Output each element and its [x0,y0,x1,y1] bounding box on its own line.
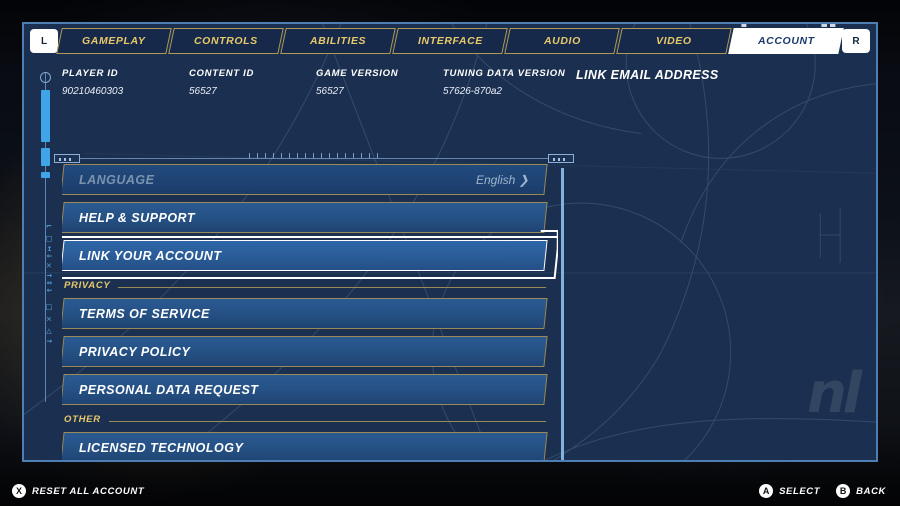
section-header: PRIVACY [62,278,546,293]
detail-pane-title: LINK EMAIL ADDRESS [576,68,719,82]
frame-top-dots [249,153,379,158]
section-rule [62,421,546,422]
frame-top-line [68,158,560,159]
tab-gameplay[interactable]: GAMEPLAY [56,28,172,54]
list-item[interactable]: PRIVACY POLICY [62,336,548,367]
settings-panel: L GAMEPLAY CONTROLS ABILITIES INTERFACE AUDI… [22,22,878,462]
frame-corner-top-left [54,154,80,163]
hint-label: RESET ALL ACCOUNT [32,485,145,497]
strip-circle-icon [40,72,51,83]
tab-bar: L GAMEPLAY CONTROLS ABILITIES INTERFACE AUDI… [24,24,876,58]
button-glyph-b-icon: B [836,484,851,498]
list-item-label: TERMS OF SERVICE [79,306,210,321]
tab-abilities[interactable]: ABILITIES [280,28,396,54]
info-label: PLAYER ID [62,68,119,79]
info-cell: CONTENT ID 56527 [189,68,316,118]
list-scrollbar[interactable] [561,168,564,460]
strip-bar-segment [41,148,50,166]
info-value: 56527 [316,86,344,97]
section-header: OTHER [62,412,546,427]
hint-label: BACK [856,485,886,497]
info-value: 90210460303 [62,86,124,97]
left-shoulder-button[interactable]: L [30,29,58,53]
info-label: GAME VERSION [316,68,399,79]
info-cell: PLAYER ID 90210460303 [62,68,189,118]
list-item[interactable]: LICENSED TECHNOLOGY [62,432,548,460]
list-item: LANGUAGE English ❯ [62,164,548,195]
hint-label: SELECT [779,485,821,497]
tab-label: AUDIO [543,35,581,47]
right-shoulder-button[interactable]: R [842,29,870,53]
tab-video[interactable]: VIDEO [616,28,732,54]
detail-pane: LINK EMAIL ADDRESS [576,68,876,82]
section-header-label: OTHER [62,414,109,425]
bottom-hints-left: X RESET ALL ACCOUNT [12,484,144,498]
list-item-label: LINK YOUR ACCOUNT [79,248,222,263]
button-glyph-a-icon: A [759,484,774,498]
section-header-label: PRIVACY [62,280,119,291]
info-label: TUNING DATA VERSION [443,68,566,79]
info-label: CONTENT ID [189,68,255,79]
info-cell: GAME VERSION 56527 [316,68,443,118]
tab-label: ACCOUNT [757,35,815,47]
frame-corner-top-right [548,154,574,163]
strip-glyphs: ⌐□↤↓✕↑↕↓ □✕△↑ [44,222,54,346]
bottom-hint-bar: X RESET ALL ACCOUNT A SELECT B BACK [0,476,900,506]
tab-label: CONTROLS [194,35,258,47]
settings-list-frame: LANGUAGE English ❯ HELP & SUPPORT LINK YOUR… [54,150,574,460]
hint-select[interactable]: A SELECT [759,484,820,498]
section-rule [62,287,546,288]
tab-label: INTERFACE [417,35,483,47]
tab-controls[interactable]: CONTROLS [168,28,284,54]
tab-label: VIDEO [656,35,692,47]
list-item[interactable]: PERSONAL DATA REQUEST [62,374,548,405]
tab-account[interactable]: ACCOUNT [728,28,844,54]
account-info-row: PLAYER ID 90210460303 CONTENT ID 56527 GAME … [62,68,602,118]
list-item-label: LANGUAGE [79,172,155,187]
list-item-value: English ❯ [476,172,529,187]
tab-interface[interactable]: INTERFACE [392,28,508,54]
info-value: 56527 [189,86,217,97]
list-item-label: LICENSED TECHNOLOGY [79,440,244,455]
bottom-hints-right: A SELECT B BACK [759,484,886,498]
list-item[interactable]: HELP & SUPPORT [62,202,548,233]
hint-back[interactable]: B BACK [836,484,886,498]
strip-bar-segment [41,172,50,178]
list-item-label: HELP & SUPPORT [79,210,196,225]
hint-reset-all-account[interactable]: X RESET ALL ACCOUNT [12,484,144,498]
settings-list: LANGUAGE English ❯ HELP & SUPPORT LINK YOUR… [62,164,558,460]
info-cell: TUNING DATA VERSION 57626-870a2 [443,68,570,118]
watermark-logo: nl [806,361,862,426]
strip-bar-segment [41,90,50,142]
list-item[interactable]: TERMS OF SERVICE [62,298,548,329]
tab-label: ABILITIES [309,35,367,47]
left-decorative-strip: ⌐□↤↓✕↑↕↓ □✕△↑ [38,72,54,402]
tab-list: GAMEPLAY CONTROLS ABILITIES INTERFACE AUDIO V… [56,28,844,54]
info-value: 57626-870a2 [443,86,502,97]
settings-list-viewport: LANGUAGE English ❯ HELP & SUPPORT LINK YOUR… [62,164,558,460]
list-item[interactable]: LINK YOUR ACCOUNT [62,240,548,271]
list-item-label: PRIVACY POLICY [79,344,191,359]
tab-label: GAMEPLAY [82,35,146,47]
button-glyph-x-icon: X [12,484,26,498]
tab-audio[interactable]: AUDIO [504,28,620,54]
list-item-label: PERSONAL DATA REQUEST [79,382,259,397]
